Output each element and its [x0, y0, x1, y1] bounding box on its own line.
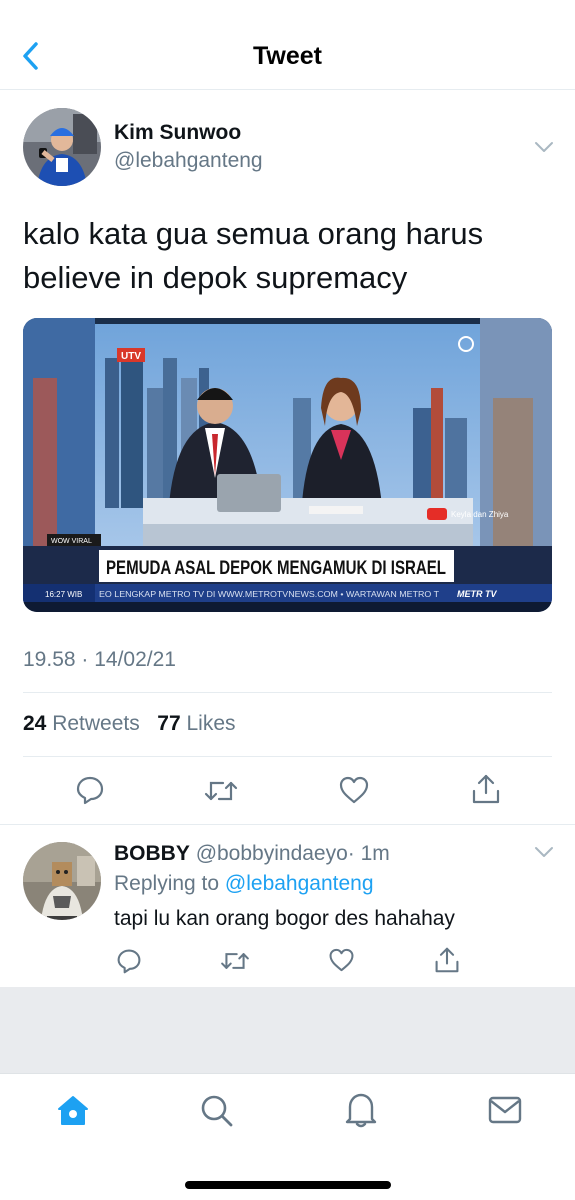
reply-icon[interactable] — [116, 948, 142, 974]
channel-logo-left: UTV — [121, 351, 141, 362]
youtube-credit: Keyla dan Zhiya — [451, 510, 509, 519]
like-icon[interactable] — [328, 948, 355, 972]
reply-text: tapi lu kan orang bogor des hahahay — [114, 907, 455, 930]
tweet-stats: 24 Retweets 77 Likes — [23, 712, 236, 736]
retweets-stat[interactable]: 24 Retweets — [23, 712, 140, 735]
author-handle[interactable]: @lebahganteng — [114, 149, 263, 173]
tweet-timestamp: 19.58 · 14/02/21 — [23, 648, 176, 671]
broadcast-clock: 16:27 WIB — [45, 590, 82, 599]
divider — [23, 692, 552, 693]
retweets-label: Retweets — [52, 712, 140, 735]
news-badge: WOW VIRAL — [51, 538, 92, 545]
chevron-down-icon[interactable] — [533, 845, 555, 859]
bottom-tab-bar — [0, 1073, 575, 1200]
likes-stat[interactable]: 77 Likes — [157, 712, 235, 735]
like-icon[interactable] — [338, 776, 370, 804]
messages-icon[interactable] — [488, 1095, 522, 1125]
news-headline: PEMUDA ASAL DEPOK MENGAMUK DI ISRAEL — [106, 558, 446, 579]
channel-logo: METR TV — [457, 589, 497, 599]
retweets-count: 24 — [23, 712, 47, 735]
replying-prefix: Replying to — [114, 872, 220, 895]
share-icon[interactable] — [471, 773, 501, 805]
divider — [0, 824, 575, 825]
reply-author-name[interactable]: BOBBY — [114, 842, 190, 865]
likes-label: Likes — [186, 712, 236, 735]
chevron-down-icon[interactable] — [533, 140, 555, 154]
reply-icon[interactable] — [75, 775, 105, 805]
divider — [23, 756, 552, 757]
reply-time: · 1m — [347, 842, 390, 865]
home-indicator — [185, 1181, 391, 1189]
tweet-text: kalo kata gua semua orang harus believe … — [23, 216, 484, 295]
home-icon[interactable] — [56, 1094, 90, 1128]
avatar[interactable] — [23, 108, 101, 186]
search-icon[interactable] — [199, 1093, 235, 1129]
retweet-icon[interactable] — [204, 777, 238, 805]
reply-header: BOBBY @bobbyindaeyo· 1m — [114, 842, 390, 866]
page-title: Tweet — [253, 42, 322, 70]
retweet-icon[interactable] — [220, 949, 250, 973]
replying-mention[interactable]: @lebahganteng — [225, 872, 374, 895]
notifications-icon[interactable] — [344, 1091, 378, 1129]
reply-author-handle[interactable]: @bobbyindaeyo — [196, 842, 348, 865]
empty-area — [0, 987, 575, 1073]
tweet-media-image[interactable]: Keyla dan Zhiya UTV WOW VIRAL PEMUDA ASA… — [23, 318, 552, 612]
top-bar: Tweet — [0, 0, 575, 90]
replying-to: Replying to @lebahganteng — [114, 872, 374, 896]
share-icon[interactable] — [434, 946, 460, 974]
avatar[interactable] — [23, 842, 101, 920]
likes-count: 77 — [157, 712, 181, 735]
author-name[interactable]: Kim Sunwoo — [114, 121, 241, 145]
news-ticker: EO LENGKAP METRO TV DI WWW.METROTVNEWS.C… — [99, 590, 439, 599]
